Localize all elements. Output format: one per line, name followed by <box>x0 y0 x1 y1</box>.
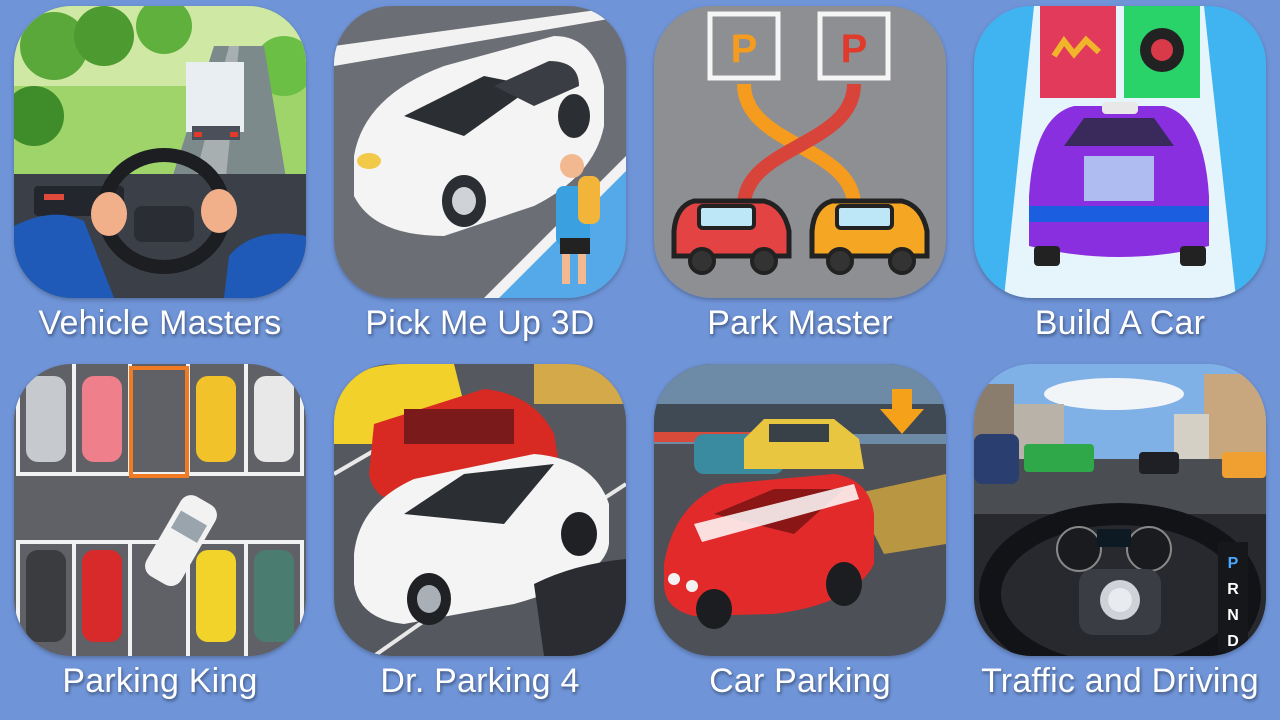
dr-parking-icon[interactable] <box>334 364 626 656</box>
app-tile-car-parking[interactable]: Car Parking <box>654 364 946 709</box>
gear-r-label: R <box>1227 581 1239 598</box>
pick-me-up-icon[interactable] <box>334 6 626 298</box>
gear-d-label: D <box>1227 633 1239 650</box>
app-title: Dr. Parking 4 <box>380 662 580 700</box>
app-title: Parking King <box>62 662 258 700</box>
parking-sign-p: P <box>731 27 758 71</box>
parking-sign-p: P <box>841 27 868 71</box>
app-tile-park-master[interactable]: P P Park Master <box>654 6 946 351</box>
traffic-driving-icon[interactable]: P R N D <box>974 364 1266 656</box>
parking-king-icon[interactable] <box>14 364 306 656</box>
vehicle-masters-icon[interactable] <box>14 6 306 298</box>
car-parking-icon[interactable] <box>654 364 946 656</box>
app-tile-pick-me-up-3d[interactable]: Pick Me Up 3D <box>334 6 626 351</box>
build-a-car-icon[interactable] <box>974 6 1266 298</box>
app-title: Car Parking <box>709 662 891 700</box>
gear-n-label: N <box>1227 607 1239 624</box>
app-tile-parking-king[interactable]: Parking King <box>14 364 306 709</box>
park-master-icon[interactable]: P P <box>654 6 946 298</box>
app-title: Traffic and Driving <box>981 662 1259 700</box>
app-tile-traffic-and-driving[interactable]: P R N D Traffic and Driving <box>974 364 1266 709</box>
app-tile-dr-parking-4[interactable]: Dr. Parking 4 <box>334 364 626 709</box>
gear-p-label: P <box>1228 555 1239 572</box>
app-title: Vehicle Masters <box>38 304 282 342</box>
app-title: Build A Car <box>1034 304 1206 342</box>
app-tile-build-a-car[interactable]: Build A Car <box>974 6 1266 351</box>
app-title: Pick Me Up 3D <box>365 304 595 342</box>
app-title: Park Master <box>707 304 893 342</box>
app-tile-vehicle-masters[interactable]: Vehicle Masters <box>14 6 306 351</box>
app-grid: Vehicle Masters Pick Me Up 3D P P Park M… <box>0 0 1280 720</box>
